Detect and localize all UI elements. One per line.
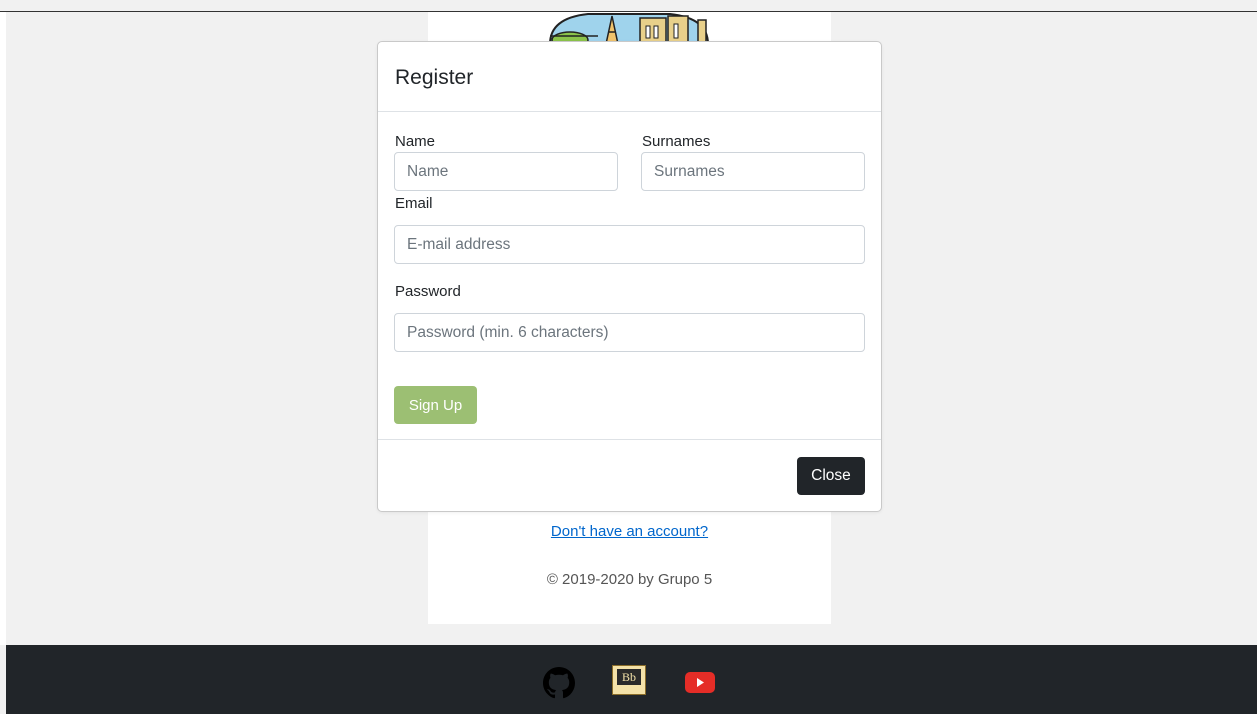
modal-title: Register bbox=[395, 66, 474, 89]
modal-footer: Close bbox=[378, 439, 881, 511]
youtube-icon[interactable] bbox=[685, 672, 715, 698]
close-button[interactable]: Close bbox=[797, 457, 865, 495]
email-label: Email bbox=[395, 195, 433, 212]
blackboard-badge-text: Bb bbox=[617, 669, 641, 685]
github-icon[interactable] bbox=[543, 667, 575, 704]
no-account-link[interactable]: Don't have an account? bbox=[428, 523, 831, 540]
sign-up-button[interactable]: Sign Up bbox=[394, 386, 477, 424]
email-input[interactable] bbox=[394, 225, 865, 264]
surnames-input[interactable] bbox=[641, 152, 865, 191]
name-input[interactable] bbox=[394, 152, 618, 191]
left-edge-strip bbox=[0, 12, 6, 645]
register-modal: Register Name Surnames Email Password Si… bbox=[377, 41, 882, 512]
modal-header: Register bbox=[378, 42, 881, 112]
name-label: Name bbox=[395, 133, 436, 150]
site-footer: Bb bbox=[6, 645, 1257, 714]
surnames-label: Surnames bbox=[642, 133, 711, 150]
city-illustration-logo bbox=[548, 12, 710, 44]
copyright-text: © 2019-2020 by Grupo 5 bbox=[546, 571, 713, 588]
password-input[interactable] bbox=[394, 313, 865, 352]
password-label: Password bbox=[395, 283, 461, 300]
blackboard-icon[interactable]: Bb bbox=[612, 665, 646, 695]
